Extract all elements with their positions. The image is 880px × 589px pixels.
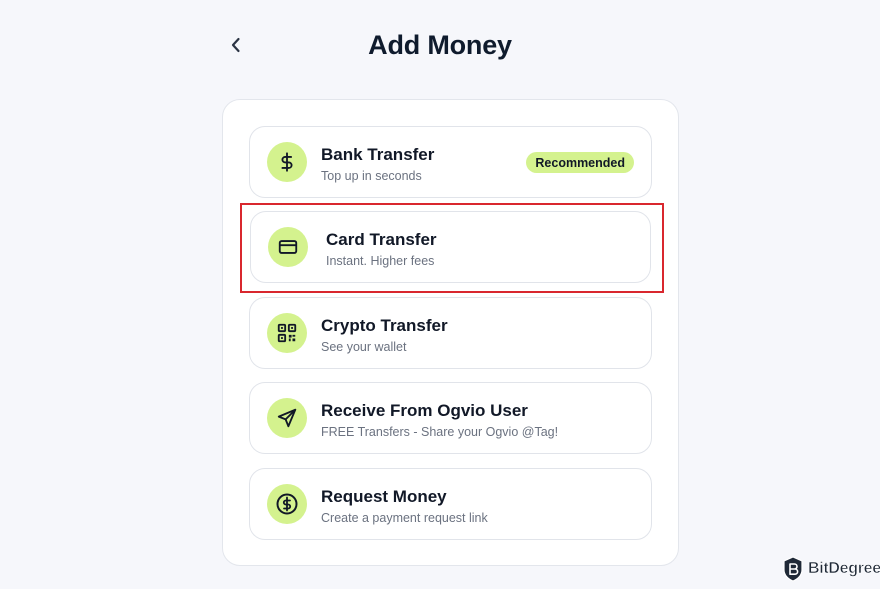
bitdegree-logo-icon [783, 556, 803, 582]
option-card-transfer[interactable]: Card Transfer Instant. Higher fees [250, 211, 651, 283]
qr-code-icon [267, 313, 307, 353]
send-icon [267, 398, 307, 438]
option-title: Card Transfer [326, 230, 437, 249]
option-title: Receive From Ogvio User [321, 401, 528, 420]
dollar-circle-icon [267, 484, 307, 524]
option-receive-from-user[interactable]: Receive From Ogvio User FREE Transfers -… [249, 382, 652, 454]
option-subtitle: FREE Transfers - Share your Ogvio @Tag! [321, 425, 559, 439]
option-subtitle: Top up in seconds [321, 169, 422, 183]
bitdegree-watermark: BitDegree [782, 556, 880, 582]
option-subtitle: Instant. Higher fees [326, 254, 435, 268]
credit-card-icon [268, 227, 308, 267]
recommended-badge: Recommended [526, 152, 634, 173]
option-crypto-transfer[interactable]: Crypto Transfer See your wallet [249, 297, 652, 369]
option-title: Request Money [321, 487, 447, 506]
page-title: Add Money [368, 30, 512, 60]
option-title: Bank Transfer [321, 145, 435, 164]
dollar-icon [267, 142, 307, 182]
add-money-screen: Add Money Bank Transfer Top up in second… [0, 0, 880, 589]
option-title: Crypto Transfer [321, 316, 448, 335]
option-subtitle: Create a payment request link [321, 511, 488, 525]
option-request-money[interactable]: Request Money Create a payment request l… [249, 468, 652, 540]
watermark-text: BitDegree [808, 560, 880, 578]
option-subtitle: See your wallet [321, 340, 407, 354]
option-bank-transfer[interactable]: Bank Transfer Top up in seconds Recommen… [249, 126, 652, 198]
